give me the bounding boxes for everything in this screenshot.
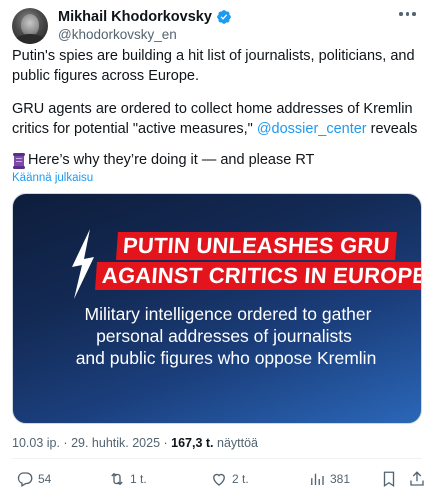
tweet-paragraph-3-text: Here’s why they’re doing it — and please… [28,152,315,168]
reply-button[interactable]: 54 [16,470,51,488]
share-button[interactable] [408,470,426,488]
media-headline-line-1: PUTIN UNLEASHES GRU [116,232,397,260]
tweet-paragraph-2: GRU agents are ordered to collect home a… [12,100,422,139]
tweet-paragraph-2-tail: reveals [366,120,418,137]
avatar[interactable] [12,8,48,44]
lightning-icon [72,229,94,299]
views-button[interactable]: 381 [308,470,350,488]
heart-icon [213,473,225,486]
avatar-face [21,14,39,36]
tweet-meta: 10.03 ip. · 29. huhtik. 2025 · 167,3 t. … [12,436,258,450]
tweet-media-image[interactable]: PUTIN UNLEASHES GRU AGAINST CRITICS IN E… [12,193,422,424]
retweet-button[interactable]: 1 t. [108,470,147,488]
media-subline-3: and public figures who oppose Kremlin [75,348,377,368]
timestamp[interactable]: 10.03 ip. · 29. huhtik. 2025 · [12,436,171,450]
media-headline-line-2: AGAINST CRITICS IN EUROPE [95,262,421,290]
views-action-count: 381 [330,472,351,486]
name-row: Mikhail Khodorkovsky [58,9,232,25]
display-name[interactable]: Mikhail Khodorkovsky [58,9,212,25]
media-subline-2: personal addresses of journalists [96,326,352,346]
translate-post-link[interactable]: Käännä julkaisu [12,172,93,184]
like-count: 2 t. [232,472,249,486]
retweet-icon [111,472,123,486]
handle[interactable]: @khodorkovsky_en [58,27,177,42]
like-button[interactable]: 2 t. [210,470,249,488]
tweet-paragraph-1: Putin's spies are building a hit list of… [12,48,415,84]
views-count: 167,3 t. [171,436,214,450]
more-options-icon[interactable] [399,12,417,20]
avatar-shoulders [14,34,46,44]
share-icon [410,471,424,486]
verified-badge-icon [216,9,232,25]
bookmark-icon [383,471,395,488]
media-subline-1: Military intelligence ordered to gather [84,304,372,324]
scroll-emoji-icon [12,152,26,169]
reply-icon [17,472,33,487]
mention-link[interactable]: @dossier_center [257,121,367,137]
action-bar: 54 1 t. 2 t. 381 [12,470,424,494]
retweet-count: 1 t. [130,472,147,486]
views-label: näyttöä [213,436,259,450]
bookmark-button[interactable] [380,470,398,488]
divider [12,458,422,459]
tweet-paragraph-3: Here’s why they’re doing it — and please… [12,151,422,171]
reply-count: 54 [38,472,52,486]
analytics-icon [311,473,324,485]
tweet-header: Mikhail Khodorkovsky @khodorkovsky_en [12,8,421,44]
